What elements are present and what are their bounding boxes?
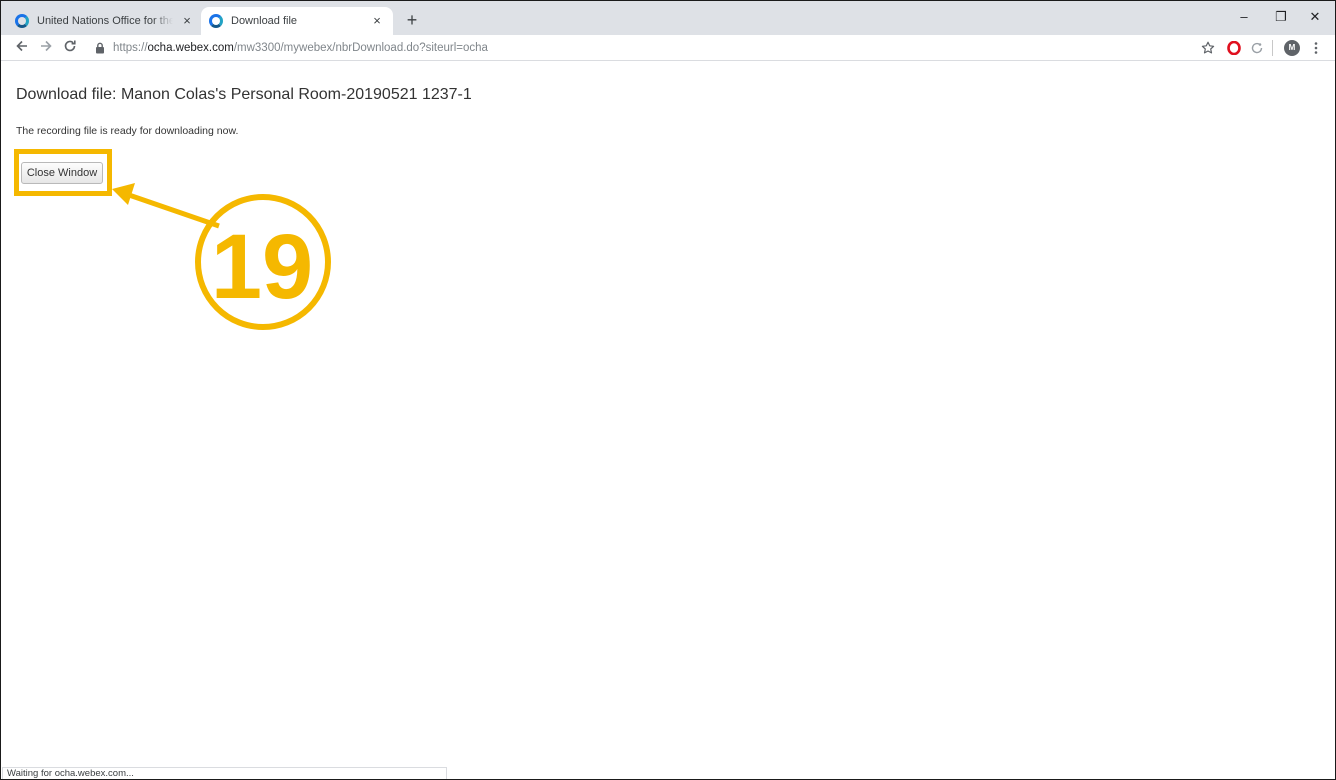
url-host: ocha.webex.com (147, 42, 234, 54)
tab-title: Download file (231, 15, 298, 27)
webex-favicon-icon (209, 14, 223, 28)
restore-button[interactable]: ❐ (1263, 7, 1299, 27)
browser-window: United Nations Office for the Coo × Down… (0, 0, 1336, 780)
url-scheme: https:// (113, 42, 148, 54)
tab-download-file[interactable]: Download file × (201, 7, 393, 35)
toolbar-separator (1272, 40, 1273, 56)
minimize-button[interactable]: – (1226, 7, 1262, 27)
status-bar: Waiting for ocha.webex.com... (2, 767, 447, 779)
back-arrow-icon (16, 40, 27, 52)
close-window-page-button[interactable]: Close Window (21, 162, 103, 184)
close-window-button[interactable]: ✕ (1297, 7, 1333, 27)
lock-icon[interactable] (93, 41, 107, 55)
tab-title: United Nations Office for the Coo (37, 15, 173, 27)
tab-strip: United Nations Office for the Coo × Down… (1, 1, 1335, 35)
ready-message: The recording file is ready for download… (16, 125, 239, 137)
tab-close-icon[interactable]: × (369, 13, 385, 29)
reload-icon (64, 40, 76, 52)
address-bar[interactable]: https://ocha.webex.com/mw3300/mywebex/nb… (93, 37, 1193, 59)
tab-united-nations[interactable]: United Nations Office for the Coo × (7, 7, 203, 35)
reload-button[interactable] (59, 37, 81, 59)
new-tab-button[interactable]: + (401, 10, 423, 32)
star-icon (1201, 41, 1215, 54)
bookmark-star-button[interactable] (1197, 37, 1219, 59)
forward-arrow-icon (41, 40, 52, 52)
browser-toolbar: https://ocha.webex.com/mw3300/mywebex/nb… (1, 35, 1335, 61)
tab-close-icon[interactable]: × (179, 13, 195, 29)
extension-icon (1251, 42, 1263, 54)
browser-menu-button[interactable] (1305, 37, 1327, 59)
back-button[interactable] (11, 37, 33, 59)
url-path: /mw3300/mywebex/nbrDownload.do?siteurl=o… (233, 42, 488, 54)
opera-extension-button[interactable] (1223, 37, 1245, 59)
profile-avatar: M (1284, 40, 1300, 56)
forward-button[interactable] (35, 37, 57, 59)
page-content: Download file: Manon Colas's Personal Ro… (1, 62, 1335, 779)
extension-button[interactable] (1246, 37, 1268, 59)
profile-button[interactable]: M (1281, 37, 1303, 59)
webex-favicon-icon (15, 14, 29, 28)
page-title: Download file: Manon Colas's Personal Ro… (16, 86, 472, 103)
opera-icon (1227, 41, 1241, 55)
menu-dots-icon (1314, 42, 1318, 54)
